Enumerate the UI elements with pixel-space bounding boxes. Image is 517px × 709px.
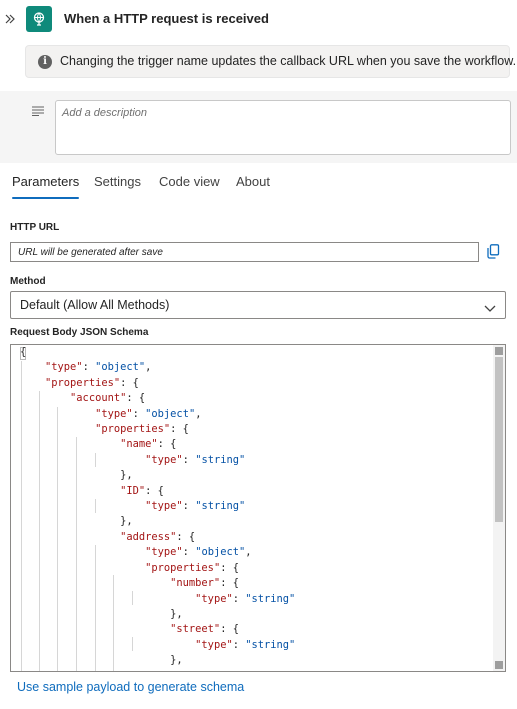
- description-input[interactable]: [55, 100, 511, 155]
- code-line: "account": {: [70, 392, 146, 405]
- code-line: "type": "string": [145, 500, 246, 513]
- json-schema-editor[interactable]: { "type": "object", "properties": { "acc…: [10, 344, 506, 672]
- code-line: "name": {: [120, 438, 177, 451]
- http-url-label: HTTP URL: [10, 222, 60, 233]
- scrollbar-thumb[interactable]: [495, 357, 503, 522]
- code-line: "ID": {: [120, 484, 164, 497]
- tab-about[interactable]: About: [236, 174, 270, 189]
- http-url-field[interactable]: [10, 242, 479, 262]
- json-schema-code[interactable]: { "type": "object", "properties": { "acc…: [20, 345, 295, 669]
- double-chevron-right-icon[interactable]: [4, 9, 18, 29]
- panel-header: When a HTTP request is received: [0, 0, 517, 40]
- code-line: },: [20, 469, 133, 482]
- schema-label: Request Body JSON Schema: [10, 327, 149, 338]
- code-line: "type": "object",: [145, 546, 252, 559]
- code-line: "type": "object",: [95, 407, 202, 420]
- editor-scrollbar[interactable]: [493, 345, 505, 671]
- method-dropdown[interactable]: Default (Allow All Methods): [10, 291, 506, 319]
- chevron-down-icon: [484, 300, 496, 318]
- code-line: "street": {: [170, 623, 239, 636]
- code-line: "address": {: [120, 530, 196, 543]
- use-sample-payload-link[interactable]: Use sample payload to generate schema: [17, 680, 244, 694]
- tab-code-view[interactable]: Code view: [159, 174, 220, 189]
- text-lines-icon: [31, 103, 45, 121]
- tab-bar: Parameters Settings Code view About: [0, 166, 517, 206]
- tab-parameters[interactable]: Parameters: [12, 174, 80, 199]
- tab-settings[interactable]: Settings: [94, 174, 141, 189]
- scroll-up-icon[interactable]: [495, 347, 503, 355]
- trigger-title[interactable]: When a HTTP request is received: [64, 11, 269, 26]
- code-line: "type": "string": [195, 592, 296, 605]
- code-line: "type": "object",: [45, 361, 152, 374]
- code-line: "number": {: [170, 577, 239, 590]
- code-line: "properties": {: [145, 561, 239, 574]
- code-line: },: [20, 515, 133, 528]
- info-icon: i: [38, 55, 52, 69]
- info-message-bar: i Changing the trigger name updates the …: [25, 45, 516, 78]
- code-line: {: [20, 346, 27, 358]
- method-selected-value: Default (Allow All Methods): [20, 298, 170, 312]
- info-message-text: Changing the trigger name updates the ca…: [60, 54, 517, 68]
- code-line: },: [20, 607, 183, 620]
- copy-icon[interactable]: [486, 244, 500, 264]
- code-line: "properties": {: [45, 376, 139, 389]
- code-line: },: [20, 654, 183, 667]
- code-line: "type": "string": [195, 638, 296, 651]
- code-line: "type": "string": [145, 453, 246, 466]
- description-section: [0, 91, 517, 163]
- method-label: Method: [10, 276, 46, 287]
- http-request-trigger-icon: [26, 6, 52, 32]
- code-line: "properties": {: [95, 423, 189, 436]
- scroll-down-icon[interactable]: [495, 661, 503, 669]
